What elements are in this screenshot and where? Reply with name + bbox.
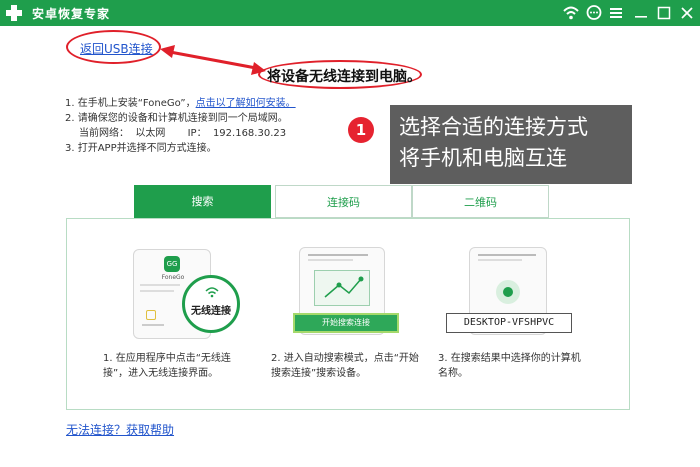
back-usb-link[interactable]: 返回USB连接 xyxy=(80,40,153,57)
step-3: 3. 打开APP并选择不同方式连接。 xyxy=(65,143,217,154)
callout-line-2: 将手机和电脑互连 xyxy=(399,146,567,170)
app-logo-icon xyxy=(4,3,24,23)
search-result-icon xyxy=(496,280,520,304)
chat-icon[interactable] xyxy=(585,4,603,22)
close-icon[interactable] xyxy=(678,4,696,22)
network-info: 当前网络： 以太网 IP： 192.168.30.23 xyxy=(79,128,287,139)
card-1-caption: 1. 在应用程序中点击“无线连接”，进入无线连接界面。 xyxy=(103,353,231,379)
fonego-app-icon: GG xyxy=(164,256,180,272)
wifi-signal-icon xyxy=(205,287,219,298)
instruction-steps: 1. 在手机上安装“FoneGo”，点击以了解如何安装。 2. 请确保您的设备和… xyxy=(65,96,296,156)
page-title: 将设备无线连接到电脑。 xyxy=(267,69,421,85)
connection-help-link[interactable]: 无法连接？获取帮助 xyxy=(66,421,174,438)
annotation-arrow-icon xyxy=(160,45,266,75)
device-name-result[interactable]: DESKTOP-VFSHPVC xyxy=(446,313,572,333)
card-2-caption: 2. 进入自动搜索模式，点击“开始搜索连接”搜索设备。 xyxy=(271,353,419,379)
menu-icon[interactable] xyxy=(607,4,625,22)
title-bar: 安卓恢复专家 xyxy=(0,0,700,26)
monitor-illustration xyxy=(314,270,370,306)
callout-text: 选择合适的连接方式 将手机和电脑互连 xyxy=(399,112,588,174)
tab-search[interactable]: 搜索 xyxy=(134,185,271,218)
card-3-caption: 3. 在搜索结果中选择你的计算机名称。 xyxy=(438,353,581,379)
step-2: 2. 请确保您的设备和计算机连接到同一个局域网。 xyxy=(65,113,288,124)
wireless-connect-label: 无线连接 xyxy=(191,306,231,317)
minimize-icon[interactable] xyxy=(632,4,650,22)
callout-line-1: 选择合适的连接方式 xyxy=(399,115,588,139)
start-search-button[interactable]: 开始搜索连接 xyxy=(293,313,399,333)
wireless-connect-bubble: 无线连接 xyxy=(182,275,240,333)
tab-connect-code[interactable]: 连接码 xyxy=(275,185,412,218)
network-search-icon xyxy=(324,276,364,298)
install-help-link[interactable]: 点击以了解如何安装。 xyxy=(196,98,296,109)
app-title: 安卓恢复专家 xyxy=(32,7,111,21)
maximize-icon[interactable] xyxy=(655,4,673,22)
step-1: 1. 在手机上安装“FoneGo”，点击以了解如何安装。 xyxy=(65,96,296,111)
step-number-badge: 1 xyxy=(348,117,374,143)
wifi-icon[interactable] xyxy=(562,4,580,22)
step-1-text: 1. 在手机上安装“FoneGo”， xyxy=(65,98,196,109)
tab-qr-code[interactable]: 二维码 xyxy=(412,185,549,218)
